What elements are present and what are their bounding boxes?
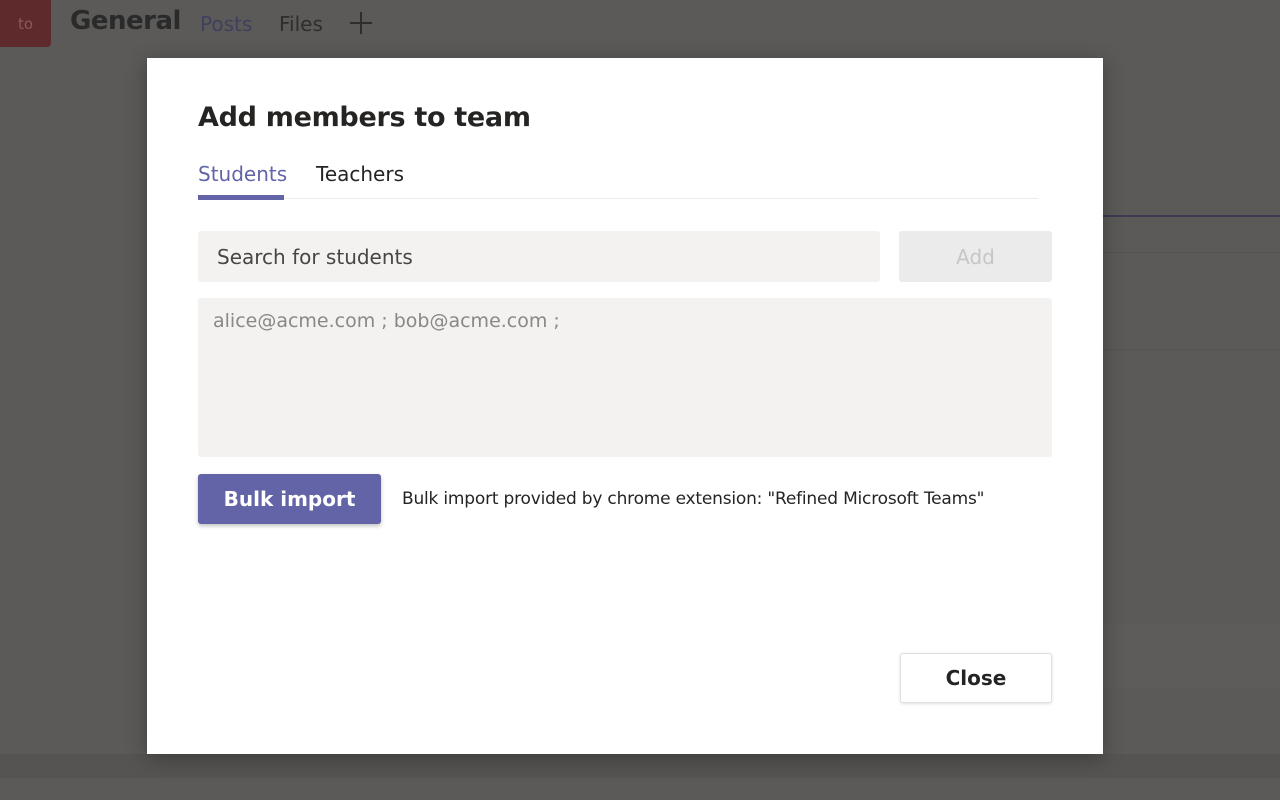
channel-header: to General Posts Files <box>0 0 1280 50</box>
close-button[interactable]: Close <box>900 653 1052 703</box>
tab-teachers[interactable]: Teachers <box>316 162 404 199</box>
background-divider <box>1103 215 1280 217</box>
background-compose-area <box>240 778 1280 800</box>
background-panel <box>0 754 1280 778</box>
background-divider <box>1103 349 1280 350</box>
search-students-input[interactable] <box>198 231 880 282</box>
tab-posts[interactable]: Posts <box>200 12 252 36</box>
member-type-tabs: Students Teachers <box>198 162 1038 200</box>
plus-icon <box>350 12 372 34</box>
tab-files[interactable]: Files <box>279 12 323 36</box>
add-button[interactable]: Add <box>899 231 1052 282</box>
bulk-import-button[interactable]: Bulk import <box>198 474 381 524</box>
add-members-dialog: Add members to team Students Teachers Ad… <box>147 58 1103 754</box>
add-tab-button[interactable] <box>348 10 374 36</box>
tab-students[interactable]: Students <box>198 162 287 200</box>
dialog-title: Add members to team <box>198 102 531 133</box>
background-divider <box>1103 252 1280 253</box>
background-panel <box>1103 623 1280 689</box>
bulk-import-note: Bulk import provided by chrome extension… <box>402 489 985 509</box>
bulk-emails-textarea[interactable] <box>198 298 1052 457</box>
channel-title: General <box>70 6 181 36</box>
team-avatar[interactable]: to <box>0 0 51 47</box>
